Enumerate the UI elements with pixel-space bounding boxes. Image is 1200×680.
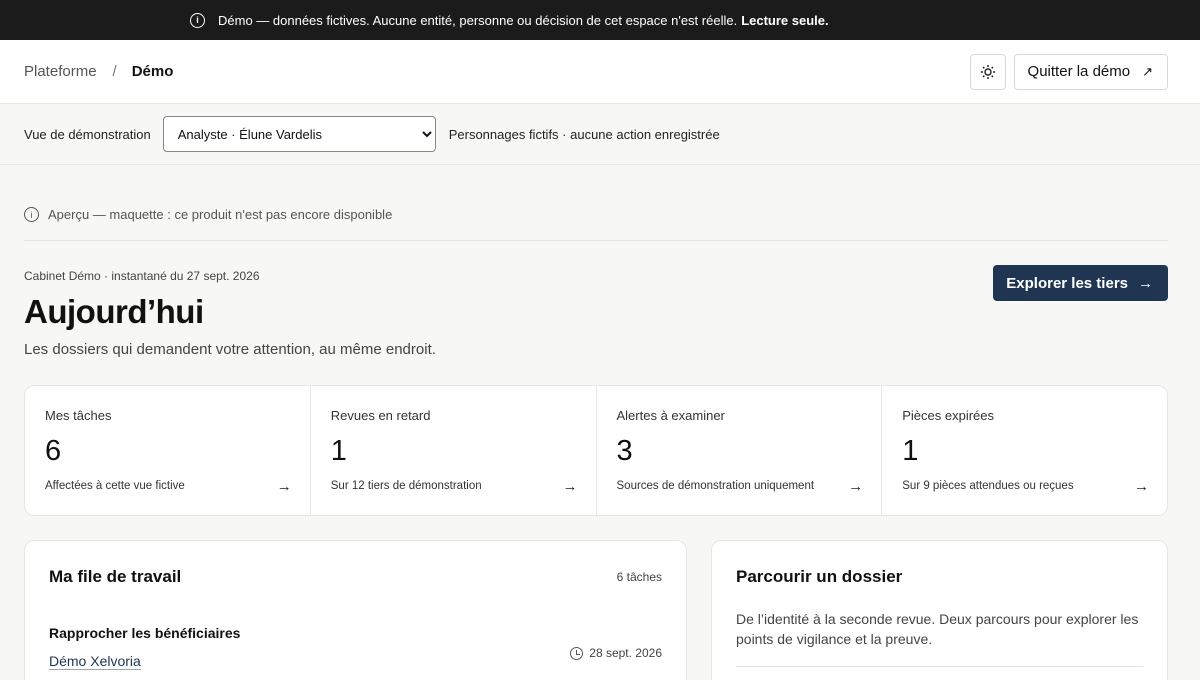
external-arrow-icon: ↗ <box>1142 63 1153 79</box>
view-label: Vue de démonstration <box>24 126 151 142</box>
stat-value: 6 <box>45 435 62 467</box>
quit-demo-button[interactable]: Quitter la démo ↗ <box>1013 53 1168 90</box>
stat-value: 1 <box>330 435 347 467</box>
worklist-title: Ma file de travail <box>49 567 182 586</box>
page-subtitle: Les dossiers qui demandent votre attenti… <box>24 341 436 358</box>
preview-text: Aperçu — maquette : ce produit n'est pas… <box>48 207 393 222</box>
stat-note: Sur 12 tiers de démonstration <box>330 480 482 492</box>
sun-icon <box>980 64 995 79</box>
theme-toggle-button[interactable] <box>969 53 1006 90</box>
info-icon: i <box>190 12 205 28</box>
banner-readonly: Lecture seule. <box>741 12 829 28</box>
persona-select[interactable]: Analyste · Élune Vardelis <box>162 116 436 152</box>
worklist-count: 6 tâches <box>616 570 662 584</box>
browse-card: Parcourir un dossier De l’identité à la … <box>711 540 1168 680</box>
stat-my-tasks[interactable]: Mes tâches 6 Affectées à cette vue ficti… <box>25 386 311 515</box>
cards-row: Ma file de travail 6 tâches Rapprocher l… <box>24 540 1168 680</box>
stat-label: Mes tâches <box>45 408 112 423</box>
browse-text: De l’identité à la seconde revue. Deux p… <box>736 611 1139 647</box>
banner-text: Démo — données fictives. Aucune entité, … <box>218 12 738 28</box>
worklist-header: Ma file de travail 6 tâches <box>49 567 662 587</box>
breadcrumb-current: Démo <box>131 63 174 80</box>
task-date-text: 28 sept. 2026 <box>589 646 662 660</box>
page-header: Cabinet Démo · instantané du 27 sept. 20… <box>24 241 1168 385</box>
arrow-right-icon[interactable]: → <box>277 478 292 495</box>
task-entity-link[interactable]: Démo Xelvoria <box>49 653 141 670</box>
main-content: i Aperçu — maquette : ce produit n'est p… <box>0 165 1200 680</box>
view-bar: Vue de démonstration Analyste · Élune Va… <box>0 104 1200 165</box>
worklist-card: Ma file de travail 6 tâches Rapprocher l… <box>24 540 687 680</box>
task-title: Rapprocher les bénéficiaires <box>49 625 241 641</box>
info-icon: i <box>24 207 39 222</box>
explore-third-parties-button[interactable]: Explorer les tiers → <box>993 265 1168 301</box>
arrow-right-icon[interactable]: → <box>848 478 863 495</box>
task-main: Rapprocher les bénéficiaires Démo Xelvor… <box>49 625 240 671</box>
stat-note: Sur 9 pièces attendues ou reçues <box>902 480 1074 492</box>
view-note: Personnages fictifs · aucune action enre… <box>448 126 720 142</box>
stats-panel: Mes tâches 6 Affectées à cette vue ficti… <box>24 385 1168 516</box>
divider <box>736 666 1143 667</box>
arrow-right-icon[interactable]: → <box>563 478 578 495</box>
arrow-right-icon: → <box>1138 274 1153 292</box>
preview-notice: i Aperçu — maquette : ce produit n'est p… <box>24 165 1168 241</box>
quit-demo-label: Quitter la démo <box>1027 63 1131 80</box>
stat-label: Alertes à examiner <box>616 408 725 423</box>
stat-note: Affectées à cette vue fictive <box>45 480 185 492</box>
list-item[interactable]: Rapprocher les bénéficiaires Démo Xelvor… <box>49 625 662 671</box>
stat-label: Pièces expirées <box>902 408 995 423</box>
stat-alerts[interactable]: Alertes à examiner 3 Sources de démonstr… <box>597 386 883 515</box>
stat-expired-documents[interactable]: Pièces expirées 1 Sur 9 pièces attendues… <box>882 386 1167 515</box>
breadcrumb-separator: / <box>112 63 117 80</box>
demo-banner: i Démo — données fictives. Aucune entité… <box>0 0 1200 40</box>
clock-icon <box>570 646 584 660</box>
arrow-right-icon[interactable]: → <box>1134 478 1149 495</box>
explore-label: Explorer les tiers <box>1006 274 1128 292</box>
stat-value: 3 <box>616 435 633 467</box>
stat-note: Sources de démonstration uniquement <box>616 480 815 492</box>
browse-title: Parcourir un dossier <box>736 567 903 586</box>
stat-overdue-reviews[interactable]: Revues en retard 1 Sur 12 tiers de démon… <box>311 386 597 515</box>
task-due-date: 28 sept. 2026 <box>570 635 662 671</box>
stat-label: Revues en retard <box>330 408 431 423</box>
top-bar: Plateforme / Démo Quitter la démo ↗ <box>0 40 1200 104</box>
stat-value: 1 <box>902 435 919 467</box>
breadcrumb-root[interactable]: Plateforme <box>24 63 97 80</box>
